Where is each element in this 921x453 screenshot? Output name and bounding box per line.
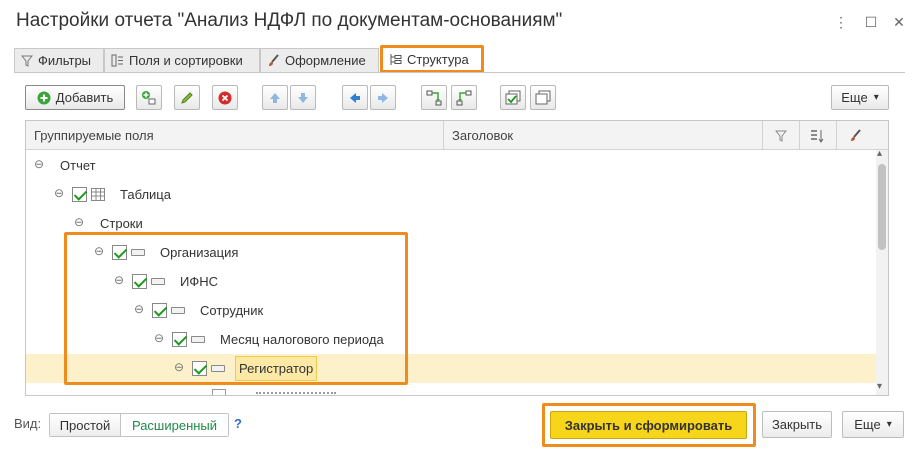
view-simple-button[interactable]: Простой bbox=[50, 414, 121, 436]
collapse-icon[interactable]: ⊖ bbox=[34, 157, 44, 171]
tab-appearance-label: Оформление bbox=[285, 53, 366, 68]
view-label: Вид: bbox=[14, 416, 42, 431]
tree-scrollbar[interactable]: ▴ ▾ bbox=[876, 148, 888, 395]
move-right-button[interactable] bbox=[370, 85, 396, 110]
column-header-filter[interactable] bbox=[763, 121, 799, 150]
filter-icon bbox=[775, 130, 787, 142]
tab-fields-sorting[interactable]: Поля и сортировки bbox=[104, 48, 260, 72]
sort-fields-icon bbox=[811, 129, 824, 143]
toolbar-more-label: Еще bbox=[841, 90, 868, 105]
structure-icon bbox=[390, 53, 402, 65]
tree-row-label-cut bbox=[256, 392, 336, 395]
tree-row-report[interactable]: ⊖ Отчет bbox=[26, 151, 876, 180]
brush-icon bbox=[851, 129, 861, 141]
edit-button[interactable] bbox=[174, 85, 200, 110]
tab-structure-label: Структура bbox=[407, 51, 469, 67]
close-button[interactable]: Закрыть bbox=[762, 411, 832, 438]
fields-icon bbox=[111, 54, 123, 67]
footer-more-label: Еще bbox=[854, 417, 881, 432]
arrow-left-icon bbox=[350, 92, 360, 103]
collapse-icon[interactable]: ⊖ bbox=[74, 215, 84, 229]
close-icon[interactable]: ✕ bbox=[890, 13, 908, 31]
ungroup-button[interactable] bbox=[451, 85, 477, 110]
column-header-fields[interactable]: Группируемые поля bbox=[26, 121, 443, 150]
move-left-button[interactable] bbox=[342, 85, 368, 110]
row-checkbox[interactable] bbox=[72, 187, 87, 202]
pencil-icon bbox=[181, 91, 193, 104]
column-header-title[interactable]: Заголовок bbox=[444, 121, 762, 150]
tab-filters[interactable]: Фильтры bbox=[14, 48, 104, 72]
collapse-icon[interactable]: ⊖ bbox=[54, 186, 64, 200]
add-icon bbox=[37, 91, 51, 104]
uncheck-all-icon bbox=[535, 90, 551, 104]
check-all-icon bbox=[505, 90, 521, 104]
ungroup-icon bbox=[456, 90, 472, 105]
tab-appearance[interactable]: Оформление bbox=[260, 48, 379, 72]
close-and-generate-button[interactable]: Закрыть и сформировать bbox=[550, 411, 747, 439]
scroll-thumb[interactable] bbox=[878, 164, 886, 250]
delete-icon bbox=[218, 91, 232, 104]
brush-icon bbox=[269, 54, 279, 66]
move-down-button[interactable] bbox=[290, 85, 316, 110]
view-switch[interactable]: Простой Расширенный bbox=[49, 413, 229, 437]
toolbar-more-button[interactable]: Еще ▾ bbox=[831, 85, 889, 110]
arrow-down-icon bbox=[298, 92, 308, 103]
tab-fields-sorting-label: Поля и сортировки bbox=[129, 53, 243, 68]
scroll-down-icon[interactable]: ▾ bbox=[877, 381, 882, 392]
table-icon bbox=[91, 188, 105, 201]
help-link[interactable]: ? bbox=[234, 416, 242, 431]
tree-row-table[interactable]: ⊖ Таблица bbox=[26, 180, 876, 209]
tree-row-label: Отчет bbox=[60, 158, 96, 173]
delete-button[interactable] bbox=[212, 85, 238, 110]
more-menu-icon[interactable]: ⋮ bbox=[832, 13, 850, 31]
tree-row-label: Строки bbox=[100, 216, 143, 231]
tree-row-label: Таблица bbox=[120, 187, 171, 202]
column-header-appearance[interactable] bbox=[837, 121, 877, 150]
arrow-right-icon bbox=[378, 92, 388, 103]
window-title: Настройки отчета "Анализ НДФЛ по докумен… bbox=[16, 10, 563, 31]
arrow-up-icon bbox=[270, 92, 280, 103]
scroll-up-icon[interactable]: ▴ bbox=[877, 148, 882, 159]
column-header-sorting[interactable] bbox=[800, 121, 836, 150]
check-all-button[interactable] bbox=[500, 85, 526, 110]
tree-header: Группируемые поля Заголовок bbox=[26, 121, 888, 150]
group-icon bbox=[426, 90, 442, 105]
row-checkbox[interactable] bbox=[212, 389, 226, 395]
view-extended-button[interactable]: Расширенный bbox=[121, 414, 228, 436]
add-button[interactable]: Добавить bbox=[25, 85, 125, 110]
tab-structure[interactable]: Структура bbox=[380, 45, 484, 73]
add-grouping-icon bbox=[142, 90, 156, 104]
add-button-label: Добавить bbox=[55, 90, 114, 105]
maximize-icon[interactable]: ☐ bbox=[862, 13, 880, 31]
group-button[interactable] bbox=[421, 85, 447, 110]
filter-icon bbox=[21, 55, 33, 67]
highlight-frame-groupings bbox=[64, 232, 408, 385]
footer-more-button[interactable]: Еще ▾ bbox=[842, 411, 904, 438]
chevron-down-icon: ▾ bbox=[886, 419, 892, 430]
move-up-button[interactable] bbox=[262, 85, 288, 110]
tab-divider bbox=[14, 72, 905, 73]
uncheck-all-button[interactable] bbox=[530, 85, 556, 110]
chevron-down-icon: ▾ bbox=[873, 92, 879, 103]
tab-filters-label: Фильтры bbox=[38, 53, 92, 68]
add-grouping-button[interactable] bbox=[136, 85, 162, 110]
